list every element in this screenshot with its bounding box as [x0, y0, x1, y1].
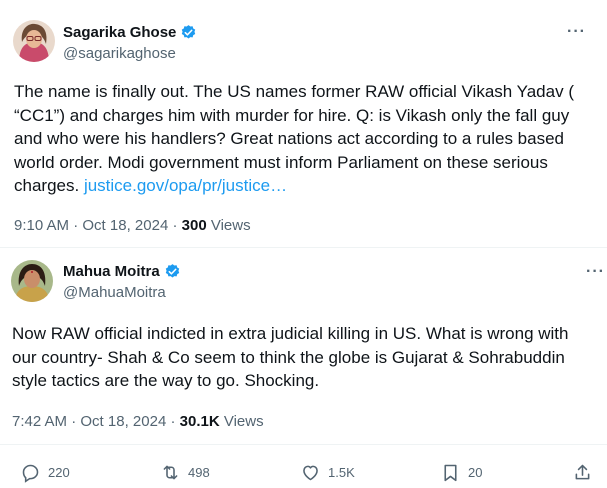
views-label: Views: [210, 217, 251, 234]
bookmark-count: 20: [468, 465, 483, 480]
tweet-meta: 9:10 AM · Oct 18, 2024 · 300 Views: [14, 217, 251, 234]
tweet-text-container: The name is finally out. The US names fo…: [14, 80, 594, 198]
avatar-mahua[interactable]: [11, 260, 53, 302]
bookmark-icon: [444, 464, 457, 482]
share-button[interactable]: [572, 462, 593, 483]
more-icon[interactable]: ···: [586, 263, 605, 281]
reply-count: 220: [48, 465, 70, 480]
tweet-text: Now RAW official indicted in extra judic…: [12, 324, 569, 390]
verified-badge-icon: [182, 25, 196, 39]
author-name[interactable]: Sagarika Ghose: [63, 24, 176, 41]
like-button[interactable]: 1.5K: [300, 462, 355, 483]
tweet-meta: 7:42 AM · Oct 18, 2024 · 30.1K Views: [12, 413, 264, 430]
avatar-sagarika[interactable]: [13, 20, 55, 62]
tweet-date[interactable]: Oct 18, 2024: [80, 413, 166, 430]
repost-count: 498: [188, 465, 210, 480]
tweet-link[interactable]: justice.gov/opa/pr/justice…: [84, 176, 287, 195]
like-icon: [303, 465, 318, 481]
author-handle[interactable]: @MahuaMoitra: [63, 284, 166, 301]
author-handle[interactable]: @sagarikaghose: [63, 45, 176, 62]
author-name[interactable]: Mahua Moitra: [63, 263, 160, 280]
reply-icon: [22, 464, 39, 483]
repost-icon: [163, 465, 178, 480]
tweet-time[interactable]: 9:10 AM: [14, 217, 69, 234]
views-count: 30.1K: [179, 413, 220, 430]
verified-badge-icon: [165, 264, 179, 278]
share-icon: [575, 464, 590, 480]
divider: [0, 444, 607, 445]
repost-button[interactable]: 498: [160, 462, 210, 483]
tweet-date[interactable]: Oct 18, 2024: [82, 217, 168, 234]
like-count: 1.5K: [328, 465, 355, 480]
more-icon[interactable]: ···: [567, 23, 586, 41]
action-bar: 220 498 1.5K 20: [0, 458, 607, 488]
divider: [0, 247, 607, 248]
reply-button[interactable]: 220: [20, 462, 70, 483]
views-count: 300: [181, 217, 207, 234]
bookmark-button[interactable]: 20: [440, 462, 482, 483]
tweet-time[interactable]: 7:42 AM: [12, 413, 67, 430]
views-label: Views: [223, 413, 264, 430]
